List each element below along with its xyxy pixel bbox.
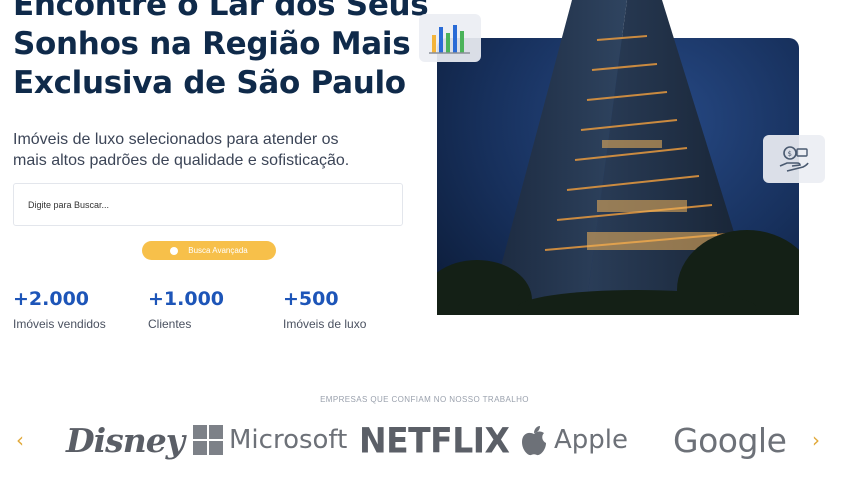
chart-badge [419,14,481,62]
svg-text:$: $ [788,150,792,158]
logo-disney: Disney [66,418,185,462]
finance-badge: $ [763,135,825,183]
tower-illustration [437,0,799,315]
hero-subtitle: Imóveis de luxo selecionados para atende… [13,131,350,169]
logo-microsoft-text: Microsoft [229,425,348,455]
stat-label: Imóveis de luxo [283,317,367,331]
headline-line-1: Encontre o Lar dos Seus [13,0,429,23]
hero-headline: Encontre o Lar dos Seus Sonhos na Região… [13,0,429,103]
logo-netflix-text: NETFLIX [359,419,510,461]
apple-icon [522,426,546,456]
headline-line-2: Sonhos na Região Mais [13,26,411,62]
money-hand-icon: $ [779,146,809,172]
stat-clients: +1.000 Clientes [148,287,224,331]
logo-google-text: Google [673,420,787,460]
search-input[interactable] [13,183,403,226]
headline-line-3: Exclusiva de São Paulo [13,65,406,101]
chevron-right-icon[interactable]: › [812,428,820,452]
logo-disney-text: Disney [66,420,185,460]
stat-label: Clientes [148,317,192,331]
logo-apple-text: Apple [554,425,629,455]
stat-label: Imóveis vendidos [13,317,106,331]
chevron-left-icon[interactable]: ‹ [16,428,24,452]
logo-netflix: NETFLIX [359,417,510,463]
bar-chart-icon [429,25,470,54]
logo-google: Google [673,418,787,462]
advanced-search-label: Busca Avançada [188,246,248,255]
stat-luxury: +500 Imóveis de luxo [283,287,366,331]
stat-value: +1.000 [148,288,225,310]
filter-icon [170,246,179,255]
stat-value: +2.000 [13,288,90,310]
advanced-search-button[interactable]: Busca Avançada [142,241,276,260]
stat-sold: +2.000 Imóveis vendidos [13,287,106,331]
partners-title: EMPRESAS QUE CONFIAM NO NOSSO TRABALHO [320,395,529,404]
stat-value: +500 [283,288,339,310]
windows-icon [193,425,223,455]
logo-apple: Apple [520,418,628,462]
logo-microsoft: Microsoft [193,418,347,462]
